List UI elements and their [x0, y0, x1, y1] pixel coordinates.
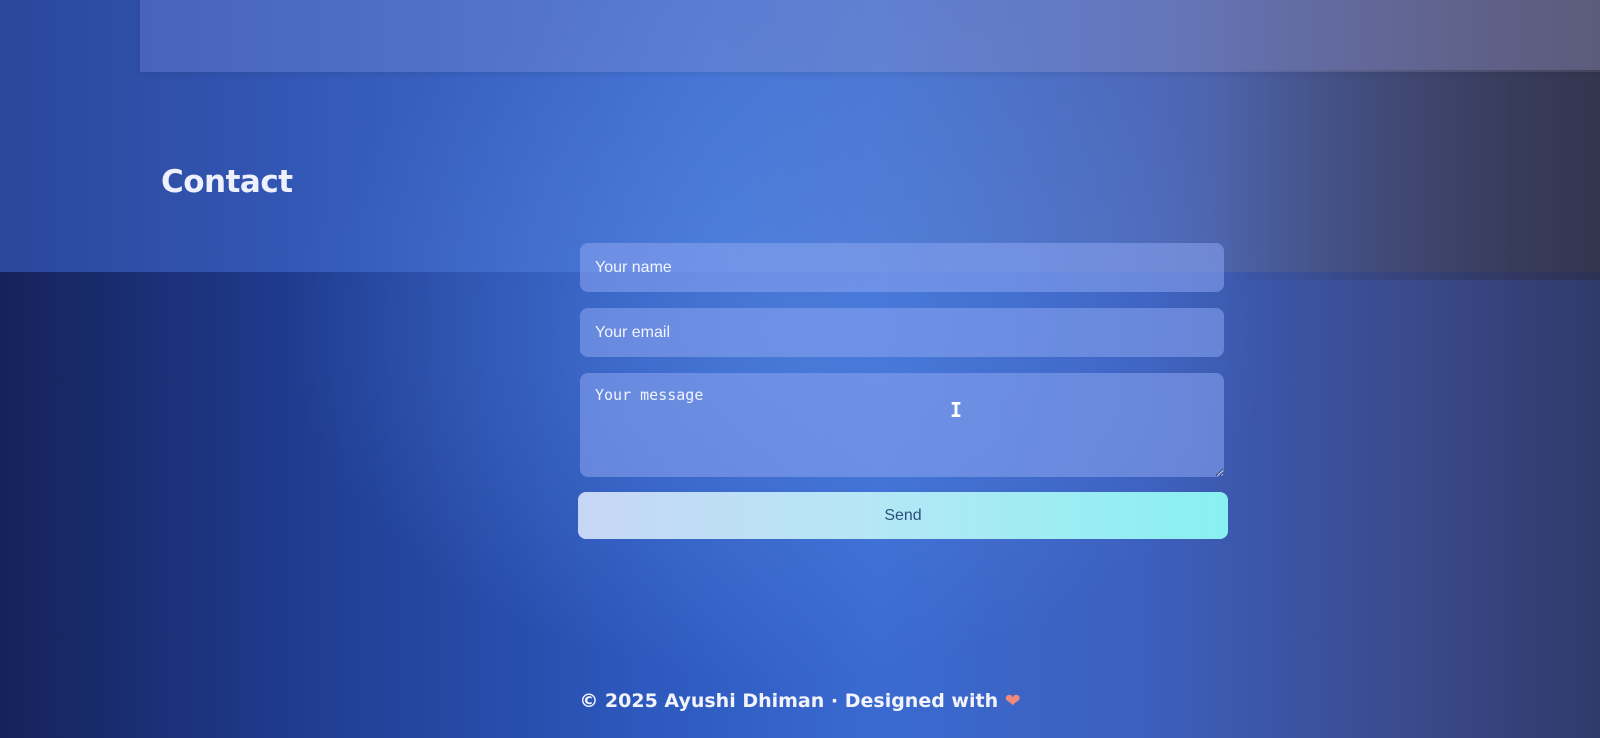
- name-input[interactable]: [580, 243, 1224, 292]
- email-input[interactable]: [580, 308, 1224, 357]
- contact-form: Send: [578, 243, 1228, 539]
- heart-icon: ❤: [1004, 690, 1021, 712]
- send-button[interactable]: Send: [578, 492, 1228, 539]
- right-shade: [1220, 70, 1600, 280]
- text-cursor-icon: I: [950, 398, 963, 422]
- contact-title: Contact: [161, 164, 293, 200]
- top-bar: [140, 0, 1600, 72]
- message-textarea[interactable]: [580, 373, 1224, 477]
- footer: © 2025 Ayushi Dhiman · Designed with ❤: [0, 690, 1600, 712]
- footer-text: © 2025 Ayushi Dhiman · Designed with: [579, 690, 999, 712]
